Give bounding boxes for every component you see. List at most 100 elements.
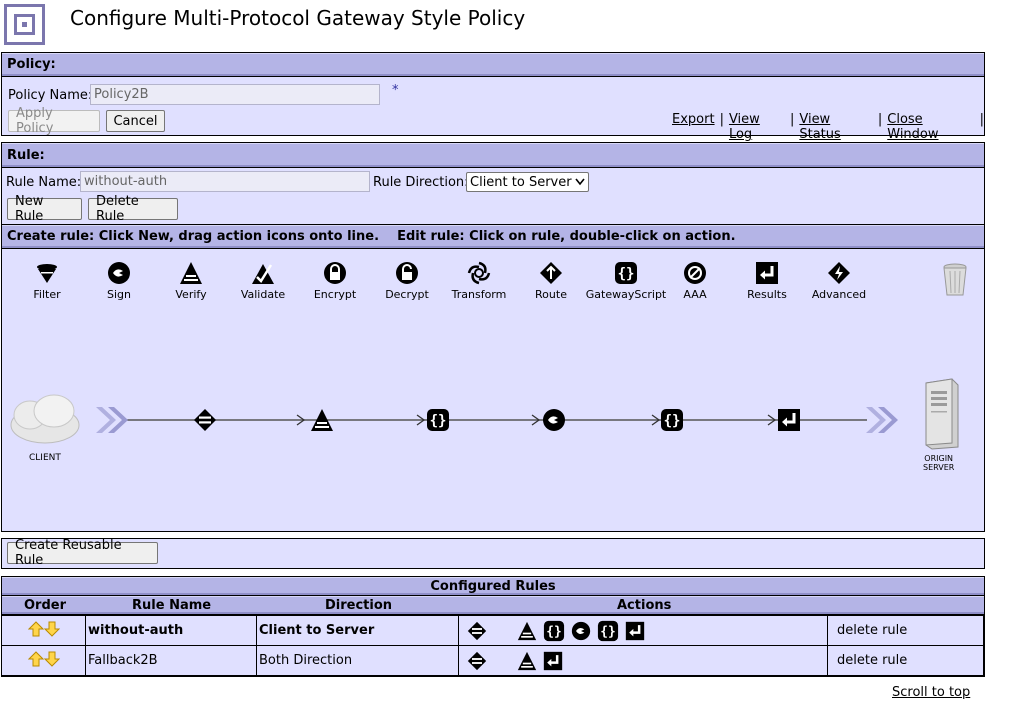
tool-label: Verify [175, 288, 207, 301]
new-rule-button[interactable]: New Rule [7, 194, 82, 224]
verify-icon [517, 621, 537, 641]
sign-action-icon[interactable] [542, 408, 566, 432]
policy-name-label: Policy Name: [8, 88, 93, 103]
delete-rule-link[interactable]: delete rule [827, 645, 984, 676]
policy-panel: Policy: Policy Name: Policy2B * Apply Po… [1, 52, 985, 142]
delete-rule-link[interactable]: delete rule [827, 615, 984, 646]
order-cell [1, 645, 86, 676]
policy-header: Policy: [2, 53, 984, 77]
view-status-link[interactable]: View Status [799, 112, 873, 142]
tool-label: Validate [240, 288, 286, 301]
tool-label: Decrypt [385, 288, 429, 301]
order-cell [1, 615, 86, 646]
tool-gatewayscript[interactable]: GatewayScript [584, 260, 668, 301]
aaa-icon [683, 261, 707, 285]
gatewayscript-action-icon[interactable] [660, 408, 684, 432]
tool-decrypt[interactable]: Decrypt [371, 260, 443, 301]
gatewayscript-icon [614, 261, 638, 285]
rule-name-label: Rule Name: [6, 175, 82, 190]
rule-direction-select[interactable]: Client to Server [466, 172, 589, 192]
editor-instructions: Create rule: Click New, drag action icon… [2, 224, 984, 249]
results-icon [755, 261, 779, 285]
tool-label: Results [747, 288, 787, 301]
rule-name-cell[interactable]: without-auth [85, 615, 257, 646]
move-up-icon[interactable] [28, 621, 44, 637]
server-label-server: SERVER [923, 463, 955, 472]
policy-name-field[interactable]: Policy2B [90, 84, 380, 105]
direction-cell: Client to Server [256, 615, 459, 646]
decrypt-icon [395, 261, 419, 285]
table-row[interactable]: without-auth Client to Server delete rul… [1, 615, 984, 646]
col-order: Order [24, 597, 66, 613]
verify-icon [517, 651, 537, 671]
tool-filter[interactable]: Filter [11, 260, 83, 301]
cancel-button[interactable]: Cancel [106, 110, 165, 132]
client-label: CLIENT [29, 453, 61, 463]
link-separator: | [877, 112, 883, 127]
tool-label: Transform [451, 288, 507, 301]
tool-sign[interactable]: Sign [83, 260, 155, 301]
col-actions: Actions [617, 597, 672, 613]
tool-label: Filter [33, 288, 61, 301]
direction-cell: Both Direction [256, 645, 459, 676]
configured-header-row: Order Rule Name Direction Actions [2, 596, 984, 615]
server-icon [925, 378, 959, 450]
chevron-down-icon [575, 178, 585, 186]
rule-direction-value: Client to Server [470, 174, 572, 190]
tool-advanced[interactable]: Advanced [803, 260, 875, 301]
rule-name-cell[interactable]: Fallback2B [85, 645, 257, 676]
tool-label: Sign [107, 288, 131, 301]
move-down-icon[interactable] [44, 651, 60, 667]
tool-transform[interactable]: Transform [443, 260, 515, 301]
route-icon [539, 261, 563, 285]
encrypt-icon [323, 261, 347, 285]
col-direction: Direction [325, 597, 393, 613]
link-separator: | [789, 112, 795, 127]
reusable-panel: Create Reusable Rule [1, 538, 985, 569]
link-separator: | [979, 112, 984, 127]
create-reusable-rule-button[interactable]: Create Reusable Rule [7, 538, 158, 568]
scroll-to-top-link[interactable]: Scroll to top [892, 685, 970, 700]
tool-aaa[interactable]: AAA [659, 260, 731, 301]
tool-route[interactable]: Route [515, 260, 587, 301]
match-action-icon[interactable] [193, 408, 217, 432]
export-link[interactable]: Export [672, 112, 715, 142]
actions-cell [458, 645, 828, 676]
validate-icon [251, 261, 275, 285]
tool-label: AAA [683, 288, 707, 301]
sign-icon [571, 621, 591, 641]
server-label-origin: ORIGIN [924, 454, 954, 463]
gatewayscript-action-icon[interactable] [426, 408, 450, 432]
sign-icon [107, 261, 131, 285]
results-action-icon[interactable] [777, 408, 801, 432]
actions-cell [458, 615, 828, 646]
rule-canvas[interactable] [2, 373, 984, 473]
configured-title: Configured Rules [2, 577, 984, 596]
transform-icon [467, 261, 491, 285]
rule-panel: Rule: Rule Name: without-auth Rule Direc… [1, 142, 985, 532]
tool-validate[interactable]: Validate [227, 260, 299, 301]
advanced-icon [827, 261, 851, 285]
delete-rule-button[interactable]: Delete Rule [88, 194, 178, 224]
filter-icon [35, 261, 59, 285]
move-down-icon[interactable] [44, 621, 60, 637]
rule-name-field[interactable]: without-auth [80, 171, 370, 192]
rule-direction-label: Rule Direction: [373, 175, 469, 190]
tool-encrypt[interactable]: Encrypt [299, 260, 371, 301]
tool-label: Advanced [811, 288, 867, 301]
tool-results[interactable]: Results [731, 260, 803, 301]
move-up-icon[interactable] [28, 651, 44, 667]
tool-verify[interactable]: Verify [155, 260, 227, 301]
apply-policy-button[interactable]: Apply Policy [8, 106, 100, 136]
close-window-link[interactable]: Close Window [887, 112, 974, 142]
col-rule-name: Rule Name [132, 597, 212, 613]
tool-label: Route [535, 288, 567, 301]
verify-action-icon[interactable] [310, 408, 334, 432]
view-log-link[interactable]: View Log [729, 112, 785, 142]
datapower-logo [4, 4, 45, 45]
table-row[interactable]: Fallback2B Both Direction delete rule [1, 645, 984, 676]
configured-rules: Configured Rules Order Rule Name Directi… [1, 576, 985, 677]
gatewayscript-icon [543, 620, 565, 642]
trash-icon[interactable] [942, 263, 968, 297]
page-title: Configure Multi-Protocol Gateway Style P… [70, 6, 526, 30]
